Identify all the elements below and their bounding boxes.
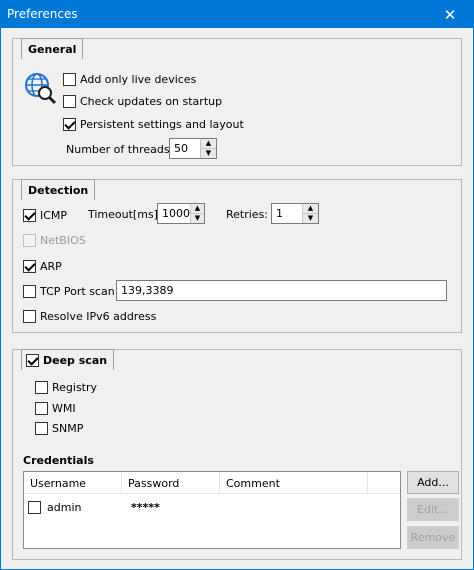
retries-spinbox[interactable]: 1 ▲ ▼ [271, 203, 319, 224]
arp-checkbox[interactable] [23, 259, 36, 273]
credential-checkbox[interactable] [28, 500, 41, 514]
retries-spin-arrows: ▲ ▼ [302, 204, 318, 223]
deepscan-group: Deep scan Registry WMI SNMP Credentials … [12, 349, 462, 560]
retries-label: Retries: [226, 208, 269, 221]
spin-down-icon[interactable]: ▼ [201, 148, 216, 158]
ipv6-label: Resolve IPv6 address [40, 309, 157, 323]
credentials-table[interactable]: Username Password Comment admin ***** [23, 471, 401, 549]
timeout-spinbox[interactable]: 1000 ▲ ▼ [157, 203, 205, 224]
check-updates-checkbox[interactable] [63, 94, 76, 108]
retries-value[interactable]: 1 [272, 207, 302, 220]
add-button[interactable]: Add... [407, 471, 459, 494]
spin-up-icon[interactable]: ▲ [303, 204, 318, 213]
column-username[interactable]: Username [24, 472, 122, 494]
ipv6-row[interactable]: Resolve IPv6 address [23, 308, 156, 324]
registry-row[interactable]: Registry [35, 379, 97, 395]
credentials-table-header: Username Password Comment [24, 472, 400, 494]
credential-password: ***** [131, 500, 160, 514]
add-only-live-label: Add only live devices [80, 72, 197, 86]
threads-label: Number of threads: [66, 143, 174, 156]
spin-down-icon[interactable]: ▼ [191, 213, 204, 223]
wmi-row[interactable]: WMI [35, 400, 76, 416]
threads-spin-arrows: ▲ ▼ [200, 139, 216, 158]
globe-search-icon [25, 73, 57, 105]
general-group-title: General [21, 38, 84, 59]
column-password[interactable]: Password [122, 472, 220, 494]
table-row[interactable]: admin ***** [28, 499, 388, 515]
check-updates-row[interactable]: Check updates on startup [63, 93, 222, 109]
arp-row[interactable]: ARP [23, 258, 62, 274]
add-only-live-checkbox[interactable] [63, 72, 76, 86]
check-updates-label: Check updates on startup [80, 94, 223, 108]
tcp-checkbox[interactable] [23, 284, 36, 298]
wmi-label: WMI [52, 401, 76, 415]
icmp-row[interactable]: ICMP [23, 207, 67, 223]
deepscan-title-label: Deep scan [43, 353, 108, 367]
timeout-value[interactable]: 1000 [158, 207, 190, 220]
timeout-spin-arrows: ▲ ▼ [190, 204, 204, 223]
spin-up-icon[interactable]: ▲ [191, 204, 204, 213]
registry-checkbox[interactable] [35, 380, 48, 394]
spin-down-icon[interactable]: ▼ [303, 213, 318, 223]
credentials-label: Credentials [23, 454, 94, 467]
ipv6-checkbox[interactable] [23, 309, 36, 323]
window-title: Preferences [7, 7, 78, 21]
detection-group-title: Detection [21, 179, 96, 200]
registry-label: Registry [52, 380, 98, 394]
preferences-window: Preferences ✕ General Add only live devi… [0, 0, 474, 570]
wmi-checkbox[interactable] [35, 401, 48, 415]
spin-up-icon[interactable]: ▲ [201, 139, 216, 148]
tcp-ports-input[interactable]: 139,3389 [116, 280, 447, 301]
arp-label: ARP [40, 259, 62, 273]
tcp-row[interactable]: TCP Port scan [23, 283, 115, 299]
netbios-label: NetBIOS [40, 233, 86, 247]
general-group: General Add only live devices Check upda… [12, 38, 462, 166]
icmp-checkbox[interactable] [23, 208, 36, 222]
persistent-label: Persistent settings and layout [80, 117, 244, 131]
persistent-row[interactable]: Persistent settings and layout [63, 116, 244, 132]
column-comment[interactable]: Comment [220, 472, 368, 494]
credential-username: admin [47, 500, 82, 514]
threads-spinbox[interactable]: 50 ▲ ▼ [169, 138, 217, 159]
tcp-label: TCP Port scan [40, 284, 115, 298]
detection-group: Detection ICMP Timeout[ms]: 1000 ▲ ▼ Ret… [12, 179, 462, 333]
deepscan-checkbox[interactable] [26, 353, 39, 367]
deepscan-group-title[interactable]: Deep scan [21, 349, 115, 370]
remove-button[interactable]: Remove [407, 526, 459, 549]
add-only-live-row[interactable]: Add only live devices [63, 71, 196, 87]
threads-value[interactable]: 50 [170, 142, 200, 155]
snmp-label: SNMP [52, 421, 84, 435]
snmp-checkbox[interactable] [35, 421, 48, 435]
icmp-label: ICMP [40, 208, 68, 222]
persistent-checkbox[interactable] [63, 117, 76, 131]
edit-button[interactable]: Edit... [407, 498, 459, 521]
snmp-row[interactable]: SNMP [35, 420, 83, 436]
netbios-row: NetBIOS [23, 232, 86, 248]
netbios-checkbox [23, 233, 36, 247]
close-icon[interactable]: ✕ [427, 1, 473, 28]
title-bar: Preferences ✕ [1, 1, 473, 28]
timeout-label: Timeout[ms]: [88, 208, 162, 221]
